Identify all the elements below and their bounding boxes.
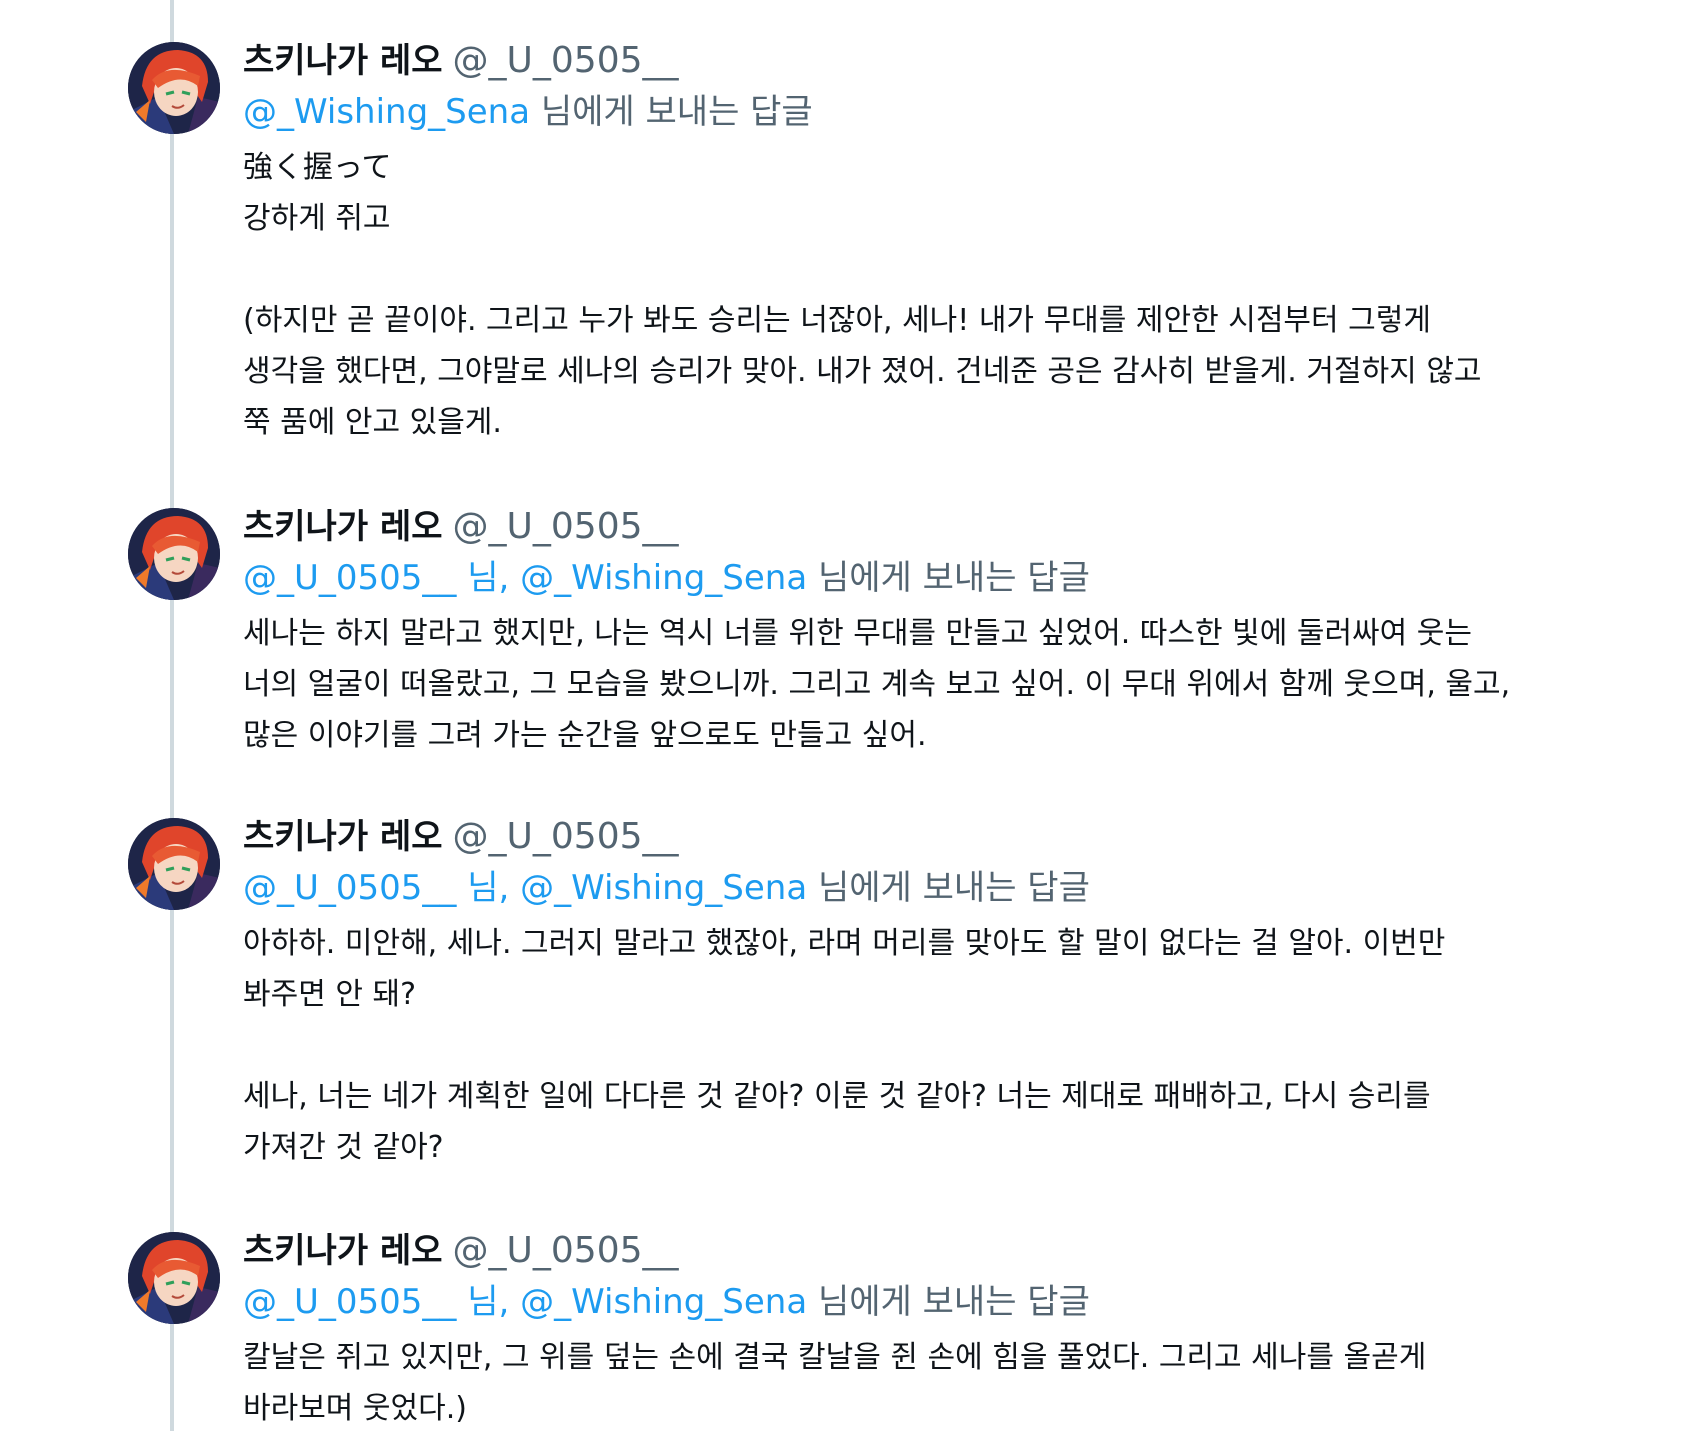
display-name[interactable]: 츠키나가 레오 — [243, 817, 443, 857]
tweet-text: 強く握って 강하게 쥐고 (하지만 곧 끝이야. 그리고 누가 봐도 승리는 너… — [243, 150, 1482, 440]
tweet-header: 츠키나가 레오 @_U_0505__ — [243, 502, 1663, 552]
reply-mention-link[interactable]: @_U_0505__ — [243, 1282, 456, 1322]
reply-mention-link[interactable]: @_U_0505__ — [243, 558, 456, 598]
avatar-icon — [128, 508, 220, 600]
avatar-icon — [128, 818, 220, 910]
reply-context-label: 님에게 보내는 답글 — [540, 92, 813, 132]
reply-separator: 님, — [467, 1282, 521, 1322]
display-name[interactable]: 츠키나가 레오 — [243, 1231, 443, 1271]
tweet-header: 츠키나가 레오 @_U_0505__ — [243, 36, 1663, 86]
avatar[interactable] — [128, 508, 220, 600]
avatar-icon — [128, 1232, 220, 1324]
reply-mention-link[interactable]: @_Wishing_Sena — [243, 92, 530, 132]
display-name[interactable]: 츠키나가 레오 — [243, 41, 443, 81]
reply-context: @_U_0505__ 님, @_Wishing_Sena 님에게 보내는 답글 — [243, 1276, 1663, 1328]
tweet-text: 아하하. 미안해, 세나. 그러지 말라고 했잖아, 라며 머리를 맞아도 할 … — [243, 926, 1446, 1165]
avatar[interactable] — [128, 1232, 220, 1324]
tweet-header: 츠키나가 레오 @_U_0505__ — [243, 1226, 1663, 1276]
reply-mention-link[interactable]: @_Wishing_Sena — [520, 1282, 807, 1322]
reply-context-label: 님에게 보내는 답글 — [818, 868, 1090, 908]
avatar-icon — [128, 42, 220, 134]
reply-context-label: 님에게 보내는 답글 — [818, 558, 1090, 598]
reply-context-label: 님에게 보내는 답글 — [818, 1282, 1090, 1322]
reply-mention-link[interactable]: @_U_0505__ — [243, 868, 456, 908]
user-handle[interactable]: @_U_0505__ — [453, 40, 679, 81]
reply-separator: 님, — [467, 868, 521, 908]
tweet-header: 츠키나가 레오 @_U_0505__ — [243, 812, 1663, 862]
avatar[interactable] — [128, 818, 220, 910]
user-handle[interactable]: @_U_0505__ — [453, 1230, 679, 1271]
reply-mention-link[interactable]: @_Wishing_Sena — [520, 558, 807, 598]
reply-separator: 님, — [467, 558, 521, 598]
tweet-text: 칼날은 쥐고 있지만, 그 위를 덮는 손에 결국 칼날을 쥔 손에 힘을 풀었… — [243, 1340, 1427, 1426]
avatar[interactable] — [128, 42, 220, 134]
reply-context: @_U_0505__ 님, @_Wishing_Sena 님에게 보내는 답글 — [243, 552, 1663, 604]
reply-mention-link[interactable]: @_Wishing_Sena — [520, 868, 807, 908]
tweet-text: 세나는 하지 말라고 했지만, 나는 역시 너를 위한 무대를 만들고 싶었어.… — [243, 616, 1511, 753]
display-name[interactable]: 츠키나가 레오 — [243, 507, 443, 547]
thread-connector-line — [170, 0, 174, 1431]
reply-context: @_Wishing_Sena 님에게 보내는 답글 — [243, 86, 1663, 138]
user-handle[interactable]: @_U_0505__ — [453, 816, 679, 857]
user-handle[interactable]: @_U_0505__ — [453, 506, 679, 547]
reply-context: @_U_0505__ 님, @_Wishing_Sena 님에게 보내는 답글 — [243, 862, 1663, 914]
